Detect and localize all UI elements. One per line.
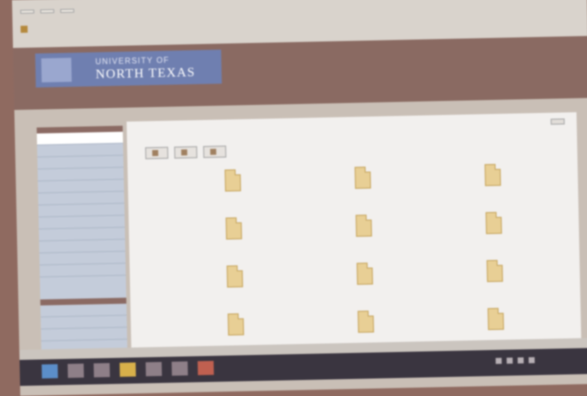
tray-icon[interactable]: [517, 357, 524, 364]
control-panel-menu: [40, 297, 128, 356]
bookmarks-bar: [20, 25, 28, 33]
file-item[interactable]: [300, 261, 431, 292]
file-item[interactable]: [169, 216, 300, 247]
file-item[interactable]: [429, 211, 560, 242]
file-icon: [355, 214, 373, 237]
file-item[interactable]: [170, 264, 301, 295]
content-area: [126, 112, 582, 362]
browser-tab[interactable]: [20, 9, 35, 14]
tray-icon[interactable]: [528, 357, 535, 364]
file-icon: [486, 259, 504, 283]
file-item[interactable]: [428, 163, 559, 194]
eagle-logo-icon: [41, 57, 72, 83]
bookmark-icon[interactable]: [20, 25, 28, 33]
tray-icon[interactable]: [495, 357, 502, 364]
file-item[interactable]: [171, 312, 302, 343]
file-grid: [168, 163, 562, 343]
site-banner: UNIVERSITY OF NORTH TEXAS: [13, 35, 587, 110]
file-icon: [226, 265, 244, 288]
unt-logo[interactable]: UNIVERSITY OF NORTH TEXAS: [35, 49, 222, 88]
file-icon: [354, 166, 372, 189]
file-icon: [225, 217, 243, 240]
page-options-button[interactable]: [550, 118, 565, 125]
browser-tab[interactable]: [60, 8, 75, 13]
taskbar-app-icon[interactable]: [197, 360, 214, 376]
taskbar-app-icon[interactable]: [145, 361, 162, 377]
nav-item[interactable]: [40, 327, 128, 342]
taskbar-app-icon[interactable]: [67, 363, 84, 378]
file-item[interactable]: [168, 168, 299, 199]
tab-bar: [20, 8, 75, 14]
file-icon: [485, 211, 503, 235]
tray-icon[interactable]: [506, 357, 513, 364]
file-icon: [357, 310, 375, 333]
toolbar-button[interactable]: [145, 146, 169, 160]
file-item[interactable]: [298, 165, 429, 196]
nav-item[interactable]: [39, 263, 126, 278]
projected-screen: UNIVERSITY OF NORTH TEXAS: [12, 0, 587, 396]
action-bar: [145, 145, 227, 160]
file-icon: [227, 313, 245, 336]
toolbar-button[interactable]: [203, 145, 227, 159]
start-button-icon[interactable]: [41, 364, 58, 379]
toolbar-button[interactable]: [174, 146, 198, 159]
taskbar-app-icon[interactable]: [171, 361, 188, 376]
logo-line2: NORTH TEXAS: [95, 63, 196, 81]
file-icon: [224, 169, 242, 192]
taskbar-app-icon[interactable]: [93, 363, 110, 378]
upload-icon: [210, 148, 217, 155]
file-item[interactable]: [299, 213, 430, 244]
file-item[interactable]: [431, 307, 562, 338]
folder-icon[interactable]: [119, 362, 136, 377]
system-tray: [495, 357, 535, 364]
file-icon: [356, 262, 374, 285]
file-icon: [181, 149, 188, 156]
folder-icon: [152, 149, 159, 157]
file-item[interactable]: [301, 309, 432, 340]
file-item[interactable]: [430, 259, 561, 290]
file-icon: [484, 163, 501, 187]
browser-tab[interactable]: [40, 9, 55, 14]
file-icon: [487, 307, 505, 331]
